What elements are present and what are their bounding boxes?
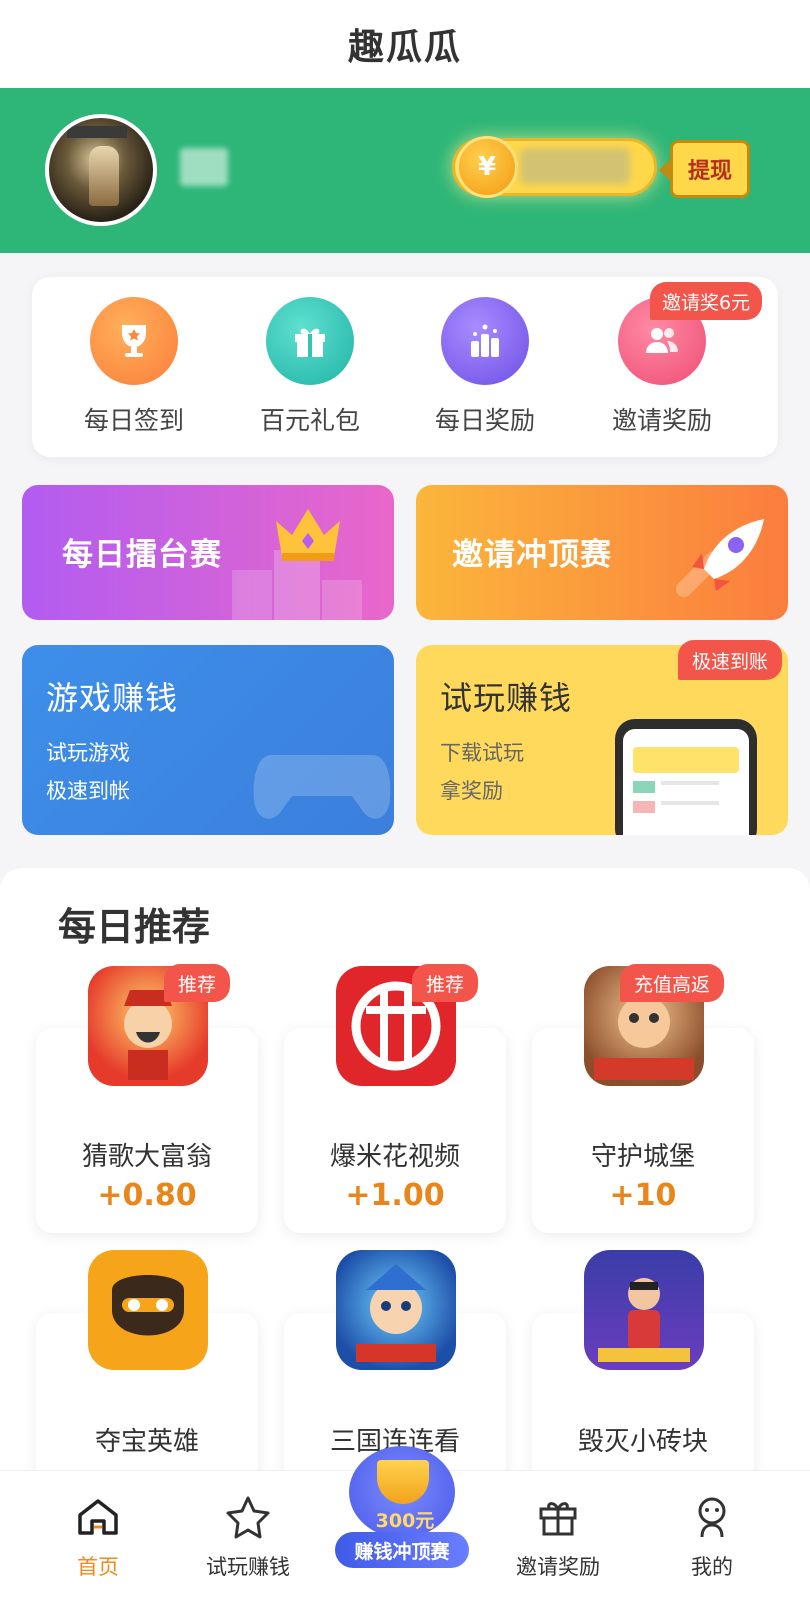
- gift-icon: [266, 297, 354, 385]
- daily-arena-banner[interactable]: 每日擂台赛: [22, 485, 394, 620]
- coin-icon: ¥: [456, 136, 518, 198]
- app-reward: +0.80: [97, 1178, 197, 1213]
- banner-subtitle: 极速到帐: [46, 779, 130, 803]
- quick-item-label: 百元礼包: [259, 406, 360, 435]
- tab-label: 邀请奖励: [516, 1555, 600, 1579]
- star-icon: [226, 1496, 270, 1539]
- crown-icon: [276, 509, 340, 561]
- app-badge: 充值高返: [620, 964, 725, 1002]
- quick-item-label: 每日奖励: [434, 406, 535, 435]
- game-earn-banner[interactable]: 游戏赚钱 试玩游戏 极速到帐: [22, 645, 394, 835]
- tab-label: 首页: [77, 1555, 119, 1579]
- tab-home[interactable]: 首页: [18, 1471, 178, 1600]
- tab-trial-earn[interactable]: 试玩赚钱: [168, 1471, 328, 1600]
- user-header: ¥ 提现: [0, 88, 810, 253]
- balance-redacted: [520, 148, 630, 184]
- tab-earn-race[interactable]: 300元 赚钱冲顶赛: [335, 1446, 471, 1576]
- banner-title: 游戏赚钱: [46, 679, 179, 717]
- trophy-icon: [90, 297, 178, 385]
- race-label: 赚钱冲顶赛: [335, 1532, 469, 1568]
- quick-item-label: 邀请奖励: [611, 406, 712, 435]
- banner-subtitle: 试玩游戏: [46, 741, 130, 765]
- avatar[interactable]: [45, 114, 157, 226]
- quick-item-daily-reward[interactable]: 每日奖励: [410, 297, 560, 447]
- quick-item-gift[interactable]: 百元礼包: [235, 297, 385, 447]
- currency-symbol: ¥: [477, 152, 497, 182]
- app-reward: +1.00: [345, 1178, 445, 1213]
- banner-subtitle: 下载试玩: [440, 741, 524, 765]
- app-name: 夺宝英雄: [94, 1427, 199, 1457]
- banner-title: 试玩赚钱: [440, 679, 573, 717]
- app-title: 趣瓜瓜: [347, 27, 462, 68]
- fast-payout-badge: 极速到账: [678, 640, 783, 680]
- podium-icon: [441, 297, 529, 385]
- nickname-redacted: [180, 148, 228, 186]
- app-name: 爆米花视频: [329, 1142, 460, 1172]
- tab-invite-reward[interactable]: 邀请奖励: [478, 1471, 638, 1600]
- title-bar: 趣瓜瓜: [0, 0, 810, 88]
- withdraw-button[interactable]: 提现: [659, 140, 750, 198]
- banner-title: 邀请冲顶赛: [452, 537, 612, 573]
- avatar-figure: [89, 146, 119, 206]
- banner-subtitle: 拿奖励: [440, 779, 503, 803]
- quick-item-label: 每日签到: [83, 406, 184, 435]
- section-title: 每日推荐: [58, 905, 211, 949]
- daily-recommend-section: 每日推荐 猜歌大富翁 +0.80 推荐 爆米花视频 +1.00 推荐 守护城堡 …: [0, 868, 810, 1518]
- app-badge: 推荐: [412, 964, 479, 1002]
- app-icon-three-kingdoms[interactable]: [336, 1250, 456, 1370]
- tab-mine[interactable]: 我的: [632, 1471, 792, 1600]
- quick-item-checkin[interactable]: 每日签到: [59, 297, 209, 447]
- rocket-icon: [676, 519, 764, 597]
- phone-icon: [615, 719, 757, 835]
- app-name: 猜歌大富翁: [81, 1142, 212, 1172]
- avatar-sign: [67, 126, 127, 138]
- app-icon-brick-breaker[interactable]: [584, 1250, 704, 1370]
- app-name: 毁灭小砖块: [577, 1427, 708, 1457]
- app-name: 守护城堡: [590, 1142, 695, 1172]
- app-icon-treasure-hero[interactable]: [88, 1250, 208, 1370]
- invite-race-banner[interactable]: 邀请冲顶赛: [416, 485, 788, 620]
- gamepad-icon: [253, 755, 391, 819]
- app-reward: +10: [609, 1178, 677, 1213]
- tab-label: 试玩赚钱: [206, 1555, 290, 1579]
- app-badge: 推荐: [164, 964, 231, 1002]
- user-icon: [698, 1497, 726, 1538]
- tab-label: 我的: [691, 1555, 733, 1579]
- race-amount: 300元: [375, 1510, 435, 1532]
- invite-reward-badge: 邀请奖6元: [650, 282, 763, 320]
- banner-title: 每日擂台赛: [62, 537, 222, 573]
- home-icon: [78, 1499, 118, 1535]
- gift-icon: [539, 1502, 577, 1536]
